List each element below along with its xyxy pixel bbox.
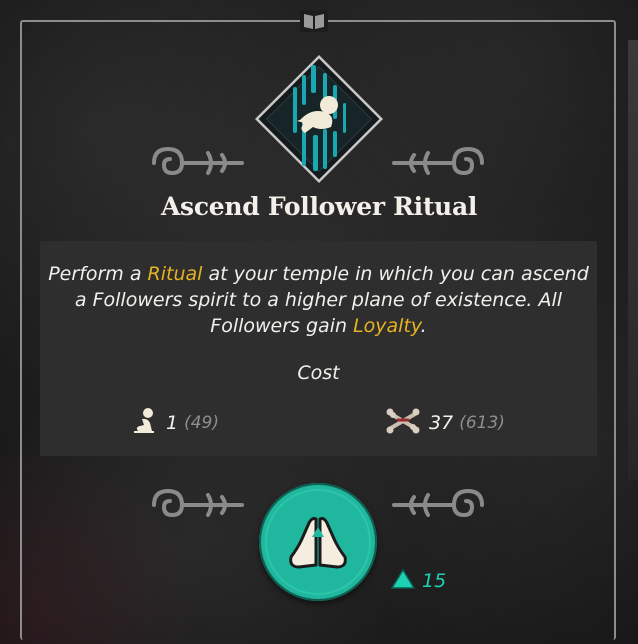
devotion-triangle-icon: [390, 568, 416, 594]
ritual-title: Ascend Follower Ritual: [160, 192, 478, 221]
description-text: .: [420, 315, 427, 337]
cost-followers-amount: 1: [166, 412, 179, 434]
ritual-description: Perform a Ritual at your temple in which…: [40, 261, 597, 339]
flourish-left-bottom: [148, 483, 248, 531]
flourish-right-bottom: [388, 483, 488, 531]
praying-hands-icon: [265, 489, 371, 595]
keyword-ritual: Ritual: [147, 263, 203, 285]
devotion-reward: 15: [390, 568, 446, 594]
description-text: Perform a: [48, 263, 148, 285]
bones-icon: [385, 406, 421, 440]
cost-followers-total: (49): [184, 413, 219, 433]
cost-bones: 37 (613): [385, 407, 505, 439]
perform-ritual-button[interactable]: [259, 483, 377, 601]
flourish-left-top: [148, 141, 248, 189]
cost-followers: 1 (49): [132, 407, 219, 439]
flourish-right-top: [388, 141, 488, 189]
book-icon: [300, 10, 328, 32]
devotion-value: 15: [422, 570, 447, 592]
follower-icon: [132, 407, 158, 439]
keyword-loyalty: Loyalty: [353, 315, 421, 337]
description-panel: Perform a Ritual at your temple in which…: [40, 241, 597, 456]
side-panel-edge: [628, 40, 638, 480]
ascend-ritual-icon: [247, 47, 391, 191]
cost-bones-total: (613): [459, 413, 505, 433]
cost-bones-amount: 37: [429, 412, 454, 434]
cost-label: Cost: [297, 362, 340, 384]
